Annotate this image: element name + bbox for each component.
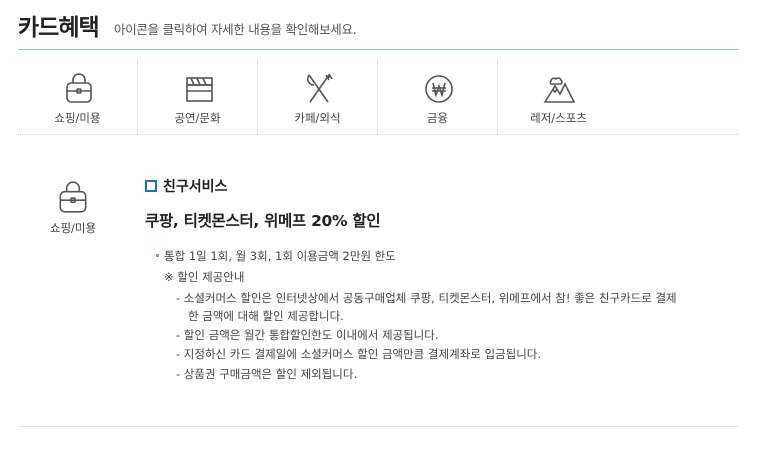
selected-category-label: 쇼핑/미용 <box>49 221 97 235</box>
notice-item: - 할인 금액은 월간 통합할인한도 이내에서 제공됩니다. <box>176 328 439 342</box>
won-coin-icon <box>421 70 457 106</box>
page-header: 카드혜택 아이콘을 클릭하여 자세한 내용을 확인해보세요. <box>18 6 739 50</box>
category-leisure[interactable]: 레저/스포츠 <box>498 60 619 134</box>
category-finance[interactable]: 금융 <box>378 60 498 134</box>
category-shopping[interactable]: 쇼핑/미용 <box>18 60 138 134</box>
fork-knife-icon <box>301 70 337 106</box>
category-label: 금융 <box>426 111 449 125</box>
usage-limit: 통합 1일 1회, 월 3회, 1회 이용금액 2만원 한도 <box>164 249 396 263</box>
service-name-text: 친구서비스 <box>163 179 228 195</box>
category-label: 카페/외식 <box>294 111 341 125</box>
handbag-icon <box>53 178 93 216</box>
category-label: 레저/스포츠 <box>530 111 587 125</box>
clapperboard-icon <box>181 70 217 106</box>
notice-item: - 지정하신 카드 결제일에 소셜커머스 할인 금액만큼 결제계좌로 입금됩니다… <box>176 347 542 361</box>
bullet-icon <box>156 254 159 257</box>
mountain-icon <box>541 70 577 106</box>
category-dining[interactable]: 카페/외식 <box>258 60 378 134</box>
handbag-icon <box>61 70 97 106</box>
service-name: 친구서비스 <box>145 176 227 196</box>
notice-item: - 상품권 구매금액은 할인 제외됩니다. <box>176 367 358 381</box>
page-title: 카드혜택 <box>18 15 100 41</box>
notice-item-continued: 한 금액에 대해 할인 제공합니다. <box>188 309 344 323</box>
category-label: 공연/문화 <box>174 111 221 125</box>
category-culture[interactable]: 공연/문화 <box>138 60 258 134</box>
notice-title: ※ 할인 제공안내 <box>164 270 245 284</box>
category-label: 쇼핑/미용 <box>54 111 101 125</box>
benefit-headline: 쿠팡, 티켓몬스터, 위메프 20% 할인 <box>145 212 381 230</box>
notice-item: - 소셜커머스 할인은 인터넷상에서 공동구매업체 쿠팡, 티켓몬스터, 위메프… <box>176 291 677 305</box>
page-subtitle: 아이콘을 클릭하여 자세한 내용을 확인해보세요. <box>114 22 357 37</box>
square-bullet-icon <box>145 180 157 192</box>
category-bar: 쇼핑/미용 공연/문화 카페/외식 금융 레저/스포츠 <box>18 60 739 135</box>
section-divider <box>18 426 739 427</box>
